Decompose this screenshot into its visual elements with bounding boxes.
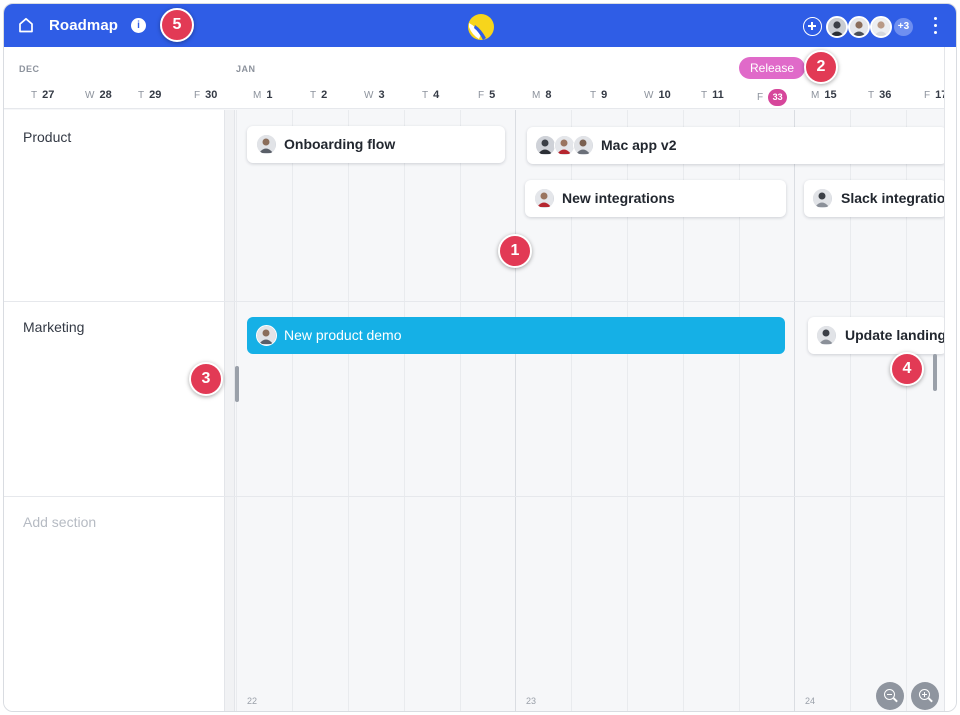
day-label: T4 (422, 89, 440, 101)
roadmap-body: Product Marketing Add section 22 23 24 O… (4, 110, 947, 711)
day-label: T2 (310, 89, 328, 101)
task-title: Slack integration (841, 190, 947, 206)
annotation-marker-1: 1 (498, 234, 532, 268)
zoom-in-icon[interactable] (911, 682, 939, 710)
task-title: New product demo (284, 327, 402, 343)
annotation-marker-2: 2 (804, 50, 838, 84)
day-label: M1 (253, 89, 273, 101)
section-divider (4, 301, 944, 302)
home-icon[interactable] (17, 16, 35, 34)
section-sidebar: Product Marketing Add section (4, 110, 225, 711)
assignee-avatar (535, 135, 556, 156)
release-milestone[interactable]: Release (739, 57, 806, 79)
day-label: M8 (532, 89, 552, 101)
member-avatar[interactable] (848, 16, 870, 38)
section-label-marketing[interactable]: Marketing (23, 319, 84, 335)
day-label: F 30 (194, 89, 218, 101)
week-number: 22 (247, 696, 258, 706)
day-label: M 15 (811, 89, 837, 101)
top-bar: Roadmap i +3 (4, 4, 956, 47)
day-label: F5 (478, 89, 496, 101)
day-label: T 27 (31, 89, 55, 101)
annotation-marker-3: 3 (189, 362, 223, 396)
assignee-avatar (554, 135, 575, 156)
task-card-onboarding-flow[interactable]: Onboarding flow (247, 126, 505, 163)
assignee-avatar (816, 325, 837, 346)
section-divider (4, 496, 944, 497)
task-card-slack-integration[interactable]: Slack integration (804, 180, 947, 217)
day-label: T 29 (138, 89, 162, 101)
assignee-avatar (256, 325, 277, 346)
info-icon[interactable]: i (131, 18, 146, 33)
member-avatar[interactable] (870, 16, 892, 38)
annotation-marker-5: 5 (160, 8, 194, 42)
task-card-mac-app-v2[interactable]: Mac app v2 (527, 127, 947, 164)
day-label: W 28 (85, 89, 112, 101)
page-title[interactable]: Roadmap (49, 17, 118, 34)
section-label-product[interactable]: Product (23, 129, 71, 145)
app-window: Roadmap i +3 DEC JAN T 27 W 28 T 29 F 30 M1 … (3, 3, 957, 712)
assignee-avatar (812, 188, 833, 209)
day-label-today: F 33 (757, 89, 788, 106)
month-label: DEC (19, 64, 40, 74)
week-number: 23 (526, 696, 537, 706)
day-label: W 10 (644, 89, 671, 101)
resize-handle-right[interactable] (933, 354, 937, 391)
more-members-badge[interactable]: +3 (892, 16, 915, 38)
day-label: W3 (364, 89, 385, 101)
assignee-avatar (534, 188, 555, 209)
add-member-icon[interactable] (803, 17, 822, 36)
app-logo (468, 14, 494, 40)
right-panel-edge (944, 47, 956, 711)
member-avatar[interactable] (826, 16, 848, 38)
assignee-avatar (573, 135, 594, 156)
task-card-new-integrations[interactable]: New integrations (525, 180, 786, 217)
day-label: T 36 (868, 89, 892, 101)
resize-handle-left[interactable] (235, 366, 239, 402)
task-card-update-landing[interactable]: Update landing (808, 317, 947, 354)
day-label: T9 (590, 89, 608, 101)
sidebar-resize-gutter (225, 110, 235, 711)
month-label: JAN (236, 64, 256, 74)
task-card-new-product-demo[interactable]: New product demo (247, 317, 785, 354)
task-title: New integrations (562, 190, 675, 206)
task-title: Onboarding flow (284, 136, 396, 152)
task-title: Update landing (845, 327, 947, 343)
annotation-marker-4: 4 (890, 352, 924, 386)
task-title: Mac app v2 (601, 137, 677, 153)
assignee-avatar (256, 134, 277, 155)
timeline-header: DEC JAN T 27 W 28 T 29 F 30 M1 T2 W3 T4 F5 M… (4, 47, 947, 109)
day-label: T 11 (701, 89, 724, 101)
kebab-menu-icon[interactable] (932, 17, 938, 35)
zoom-out-icon[interactable] (876, 682, 904, 710)
add-section-input[interactable]: Add section (23, 514, 96, 530)
week-number: 24 (805, 696, 816, 706)
